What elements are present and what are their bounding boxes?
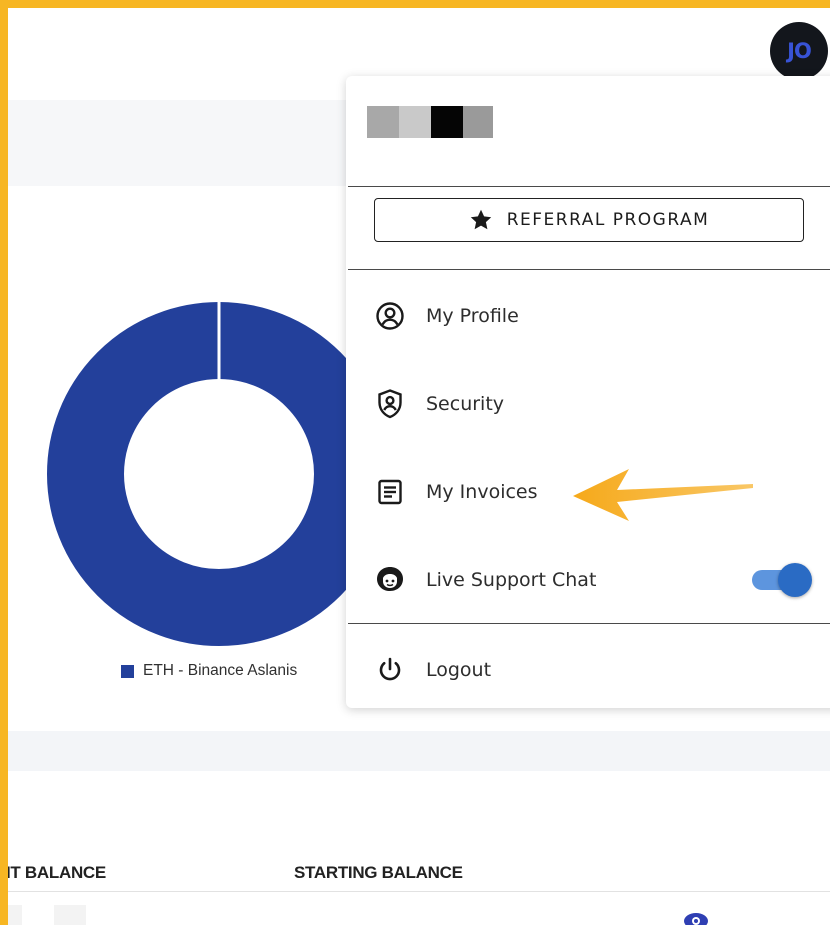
live-support-chat-toggle[interactable] (750, 563, 812, 597)
menu-item-label: Logout (426, 659, 492, 681)
user-dropdown-menu: REFERRAL PROGRAM My Profile Security My … (346, 76, 830, 708)
referral-program-label: REFERRAL PROGRAM (506, 210, 710, 230)
menu-divider (348, 269, 830, 270)
invoice-icon (374, 476, 406, 508)
menu-item-label: My Profile (426, 305, 519, 327)
section-separator (8, 731, 830, 771)
menu-item-security[interactable]: Security (374, 384, 504, 424)
menu-item-live-support-chat[interactable]: Live Support Chat (374, 560, 596, 600)
toggle-knob (778, 563, 812, 597)
referral-program-button[interactable]: REFERRAL PROGRAM (374, 198, 804, 242)
menu-divider (348, 186, 830, 187)
menu-divider (348, 623, 830, 624)
column-header-starting-balance[interactable]: STARTING BALANCE (294, 863, 463, 883)
star-icon (470, 209, 491, 230)
support-chat-icon (374, 564, 406, 596)
app-page: ETH - Binance Aslanis IT BALANCE STARTIN… (8, 8, 830, 925)
eye-icon[interactable] (682, 909, 710, 925)
legend-swatch (121, 664, 134, 678)
menu-item-label: Security (426, 393, 505, 415)
user-circle-icon (374, 300, 406, 332)
table-row (8, 905, 22, 925)
user-avatar[interactable]: JO (770, 22, 828, 80)
menu-item-my-invoices[interactable]: My Invoices (374, 472, 538, 512)
table-header-divider (8, 891, 830, 892)
menu-item-label: My Invoices (426, 481, 538, 503)
menu-item-logout[interactable]: Logout (374, 650, 491, 690)
pointer-arrow-annotation (573, 469, 753, 521)
menu-item-my-profile[interactable]: My Profile (374, 296, 519, 336)
donut-slice-0[interactable] (47, 302, 391, 646)
power-icon (374, 654, 406, 686)
chart-legend: ETH - Binance Aslanis (121, 662, 297, 680)
redacted-username (367, 106, 493, 138)
table-row-cell (54, 905, 86, 925)
menu-item-label: Live Support Chat (426, 569, 597, 591)
column-header-current-balance[interactable]: IT BALANCE (8, 863, 106, 883)
shield-user-icon (374, 388, 406, 420)
legend-label: ETH - Binance Aslanis (143, 662, 298, 679)
